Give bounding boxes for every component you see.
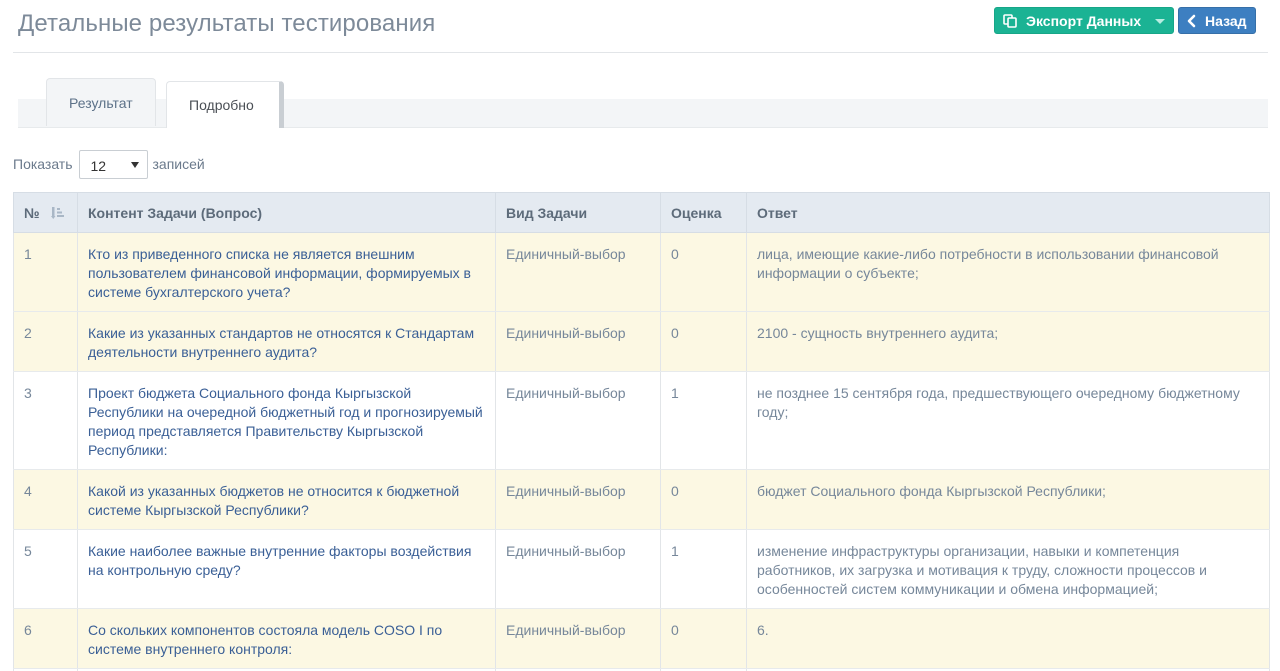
table-header-row: № Контент Задачи (Вопрос) Вид Задачи Оце… (13, 192, 1270, 233)
page-title: Детальные результаты тестирования (18, 10, 436, 37)
table-row: 5 Какие наиболее важные внутренние факто… (13, 529, 1270, 609)
column-header-number-label: № (24, 204, 40, 221)
row-type: Единичный-выбор (495, 232, 661, 312)
table-row: 3 Проект бюджета Социального фонда Кыргы… (13, 371, 1270, 470)
back-label: Назад (1205, 12, 1247, 29)
table-row: 1 Кто из приведенного списка не является… (13, 232, 1270, 312)
row-answer: бюджет Социального фонда Кыргызской Респ… (746, 469, 1270, 530)
results-table: № Контент Задачи (Вопрос) Вид Задачи Оце… (13, 192, 1270, 671)
row-type: Единичный-выбор (495, 529, 661, 609)
row-number: 3 (13, 371, 78, 470)
row-answer: не позднее 15 сентября года, предшествую… (746, 371, 1270, 470)
table-row: 2 Какие из указанных стандартов не относ… (13, 311, 1270, 372)
row-question: Какие из указанных стандартов не относят… (77, 311, 496, 372)
row-score: 0 (660, 608, 747, 669)
row-number: 1 (13, 232, 78, 312)
row-type: Единичный-выбор (495, 311, 661, 372)
row-answer: лица, имеющие какие-либо потребности в и… (746, 232, 1270, 312)
chevron-left-icon (1187, 14, 1196, 27)
row-type: Единичный-выбор (495, 608, 661, 669)
row-question: Со скольких компонентов состояла модель … (77, 608, 496, 669)
row-number: 5 (13, 529, 78, 609)
row-number: 2 (13, 311, 78, 372)
row-number: 6 (13, 608, 78, 669)
column-header-number[interactable]: № (13, 192, 78, 233)
show-label: Показать (13, 156, 73, 172)
page-length-control: Показать 12 записей (13, 149, 205, 179)
row-score: 0 (660, 469, 747, 530)
row-answer: 6. (746, 608, 1270, 669)
back-button[interactable]: Назад (1178, 7, 1256, 34)
row-type: Единичный-выбор (495, 469, 661, 530)
column-header-score[interactable]: Оценка (660, 192, 747, 233)
tab-detail-label: Подробно (189, 97, 254, 113)
row-type: Единичный-выбор (495, 371, 661, 470)
row-score: 0 (660, 311, 747, 372)
row-question: Проект бюджета Социального фонда Кыргызс… (77, 371, 496, 470)
row-score: 1 (660, 371, 747, 470)
table-row: 6 Со скольких компонентов состояла модел… (13, 608, 1270, 669)
page-length-value: 12 (90, 157, 107, 174)
row-question: Какие наиболее важные внутренние факторы… (77, 529, 496, 609)
sort-icon[interactable] (51, 206, 65, 220)
export-data-button[interactable]: Экспорт Данных (994, 7, 1174, 34)
row-score: 0 (660, 232, 747, 312)
export-data-label: Экспорт Данных (1026, 12, 1142, 29)
copy-icon (1003, 13, 1017, 28)
tab-result[interactable]: Результат (46, 78, 156, 126)
table-row: 4 Какой из указанных бюджетов не относит… (13, 469, 1270, 530)
column-header-type[interactable]: Вид Задачи (495, 192, 661, 233)
tab-result-label: Результат (69, 95, 133, 111)
chevron-down-icon (130, 161, 139, 168)
column-header-answer[interactable]: Ответ (746, 192, 1270, 233)
column-header-question[interactable]: Контент Задачи (Вопрос) (77, 192, 496, 233)
page-length-select[interactable]: 12 (78, 149, 148, 179)
row-number: 4 (13, 469, 78, 530)
tab-detail[interactable]: Подробно (166, 81, 284, 128)
row-answer: 2100 - сущность внутреннего аудита; (746, 311, 1270, 372)
row-question: Какой из указанных бюджетов не относится… (77, 469, 496, 530)
row-score: 1 (660, 529, 747, 609)
row-question: Кто из приведенного списка не является в… (77, 232, 496, 312)
chevron-down-icon (1155, 19, 1165, 24)
row-answer: изменение инфраструктуры организации, на… (746, 529, 1270, 609)
entries-label: записей (152, 156, 205, 172)
